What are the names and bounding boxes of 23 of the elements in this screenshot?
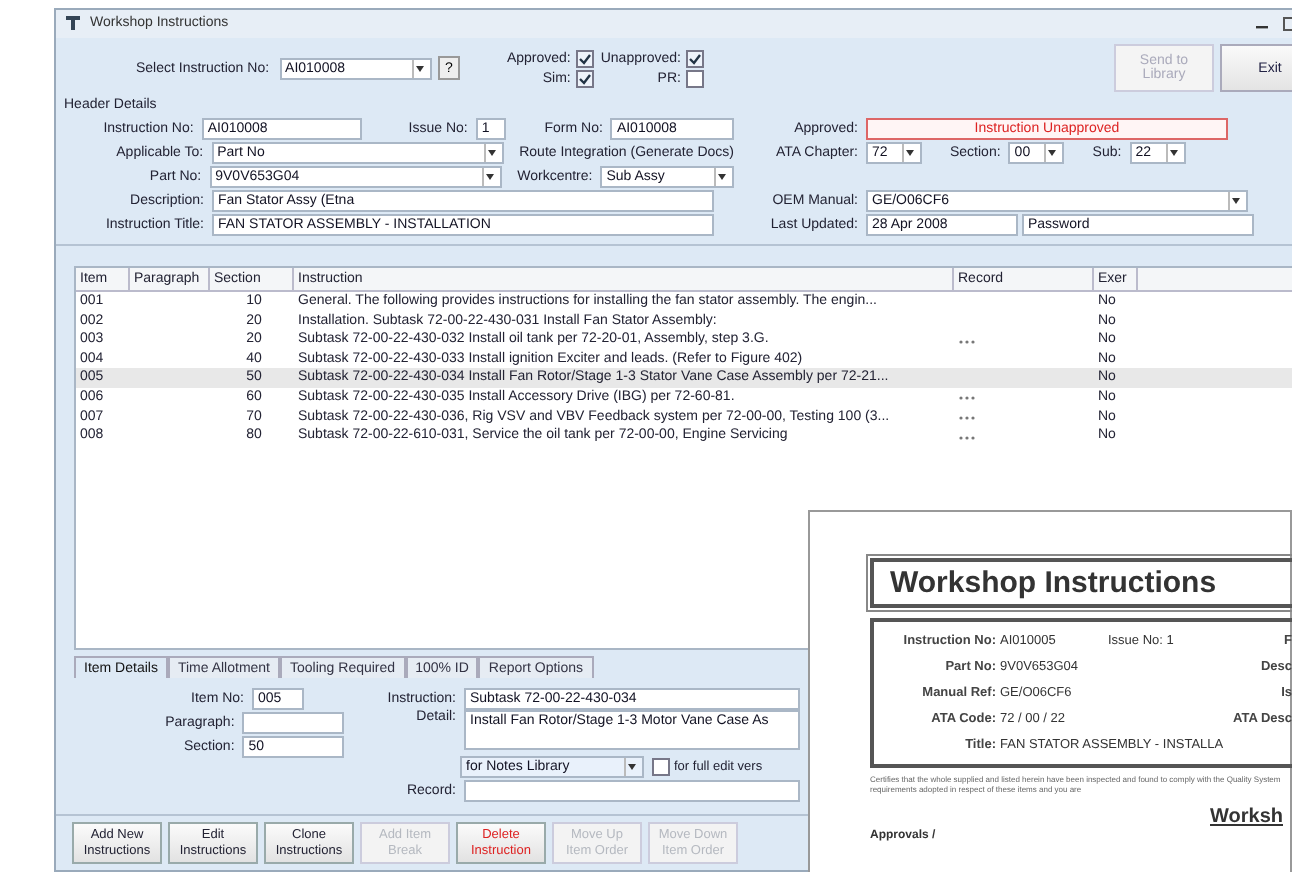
caret-icon[interactable] xyxy=(714,167,728,186)
caret-icon[interactable] xyxy=(1165,143,1180,162)
ellipsis-icon[interactable] xyxy=(958,392,976,403)
tool-icon xyxy=(64,14,82,33)
caret-icon[interactable] xyxy=(902,143,916,162)
caret-icon[interactable] xyxy=(1228,191,1242,210)
ellipsis-icon[interactable] xyxy=(958,411,976,422)
caret-icon[interactable] xyxy=(481,167,496,186)
document-subheading: Worksh xyxy=(1210,806,1285,828)
ellipsis-icon[interactable] xyxy=(958,335,976,346)
checkbox[interactable] xyxy=(686,49,705,68)
checkbox[interactable] xyxy=(686,69,705,88)
caret-icon[interactable] xyxy=(1044,143,1059,162)
ellipsis-icon[interactable] xyxy=(958,431,976,442)
caret-icon[interactable] xyxy=(483,143,498,162)
record-field[interactable] xyxy=(464,779,800,802)
checkbox[interactable] xyxy=(576,49,595,68)
document-heading: Workshop Instructions xyxy=(870,558,1292,608)
caret-icon[interactable] xyxy=(411,59,426,78)
caret-icon[interactable] xyxy=(624,757,638,776)
checkbox[interactable] xyxy=(576,69,595,88)
checkbox[interactable] xyxy=(652,757,670,776)
paragraph-field[interactable] xyxy=(242,711,344,734)
